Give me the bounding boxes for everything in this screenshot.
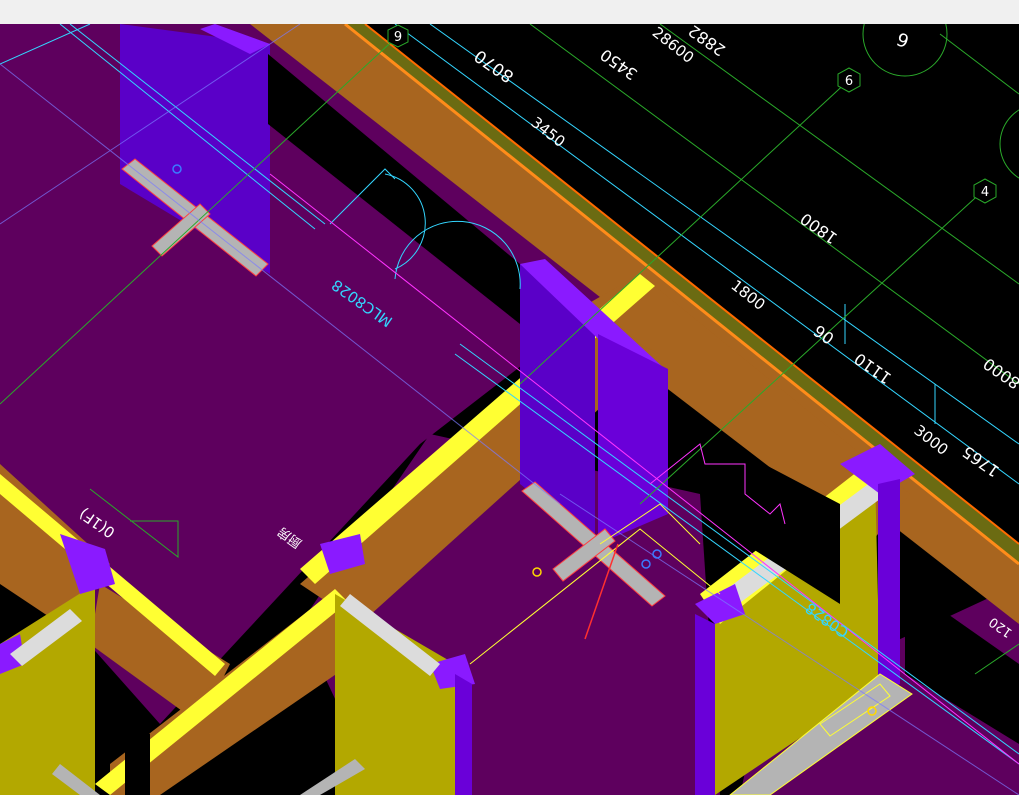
cad-drawing-canvas[interactable]: 9 6 4 6 8070 3450 28600 3450 1800 1800 0… bbox=[0, 24, 1019, 795]
opening-door-3 bbox=[125, 724, 150, 795]
axis-bubble-4-label: 4 bbox=[981, 185, 989, 200]
axis-bubble-6-label: 6 bbox=[845, 74, 853, 89]
axis-bubble-9-label: 9 bbox=[394, 30, 402, 45]
column-3 bbox=[598, 334, 668, 544]
axis-bubble-9: 9 bbox=[387, 24, 409, 48]
cad-viewport[interactable]: 9 6 4 6 8070 3450 28600 3450 1800 1800 0… bbox=[0, 24, 1019, 795]
column-5 bbox=[695, 614, 715, 795]
column-6 bbox=[455, 674, 472, 795]
title-bar bbox=[0, 0, 1019, 24]
